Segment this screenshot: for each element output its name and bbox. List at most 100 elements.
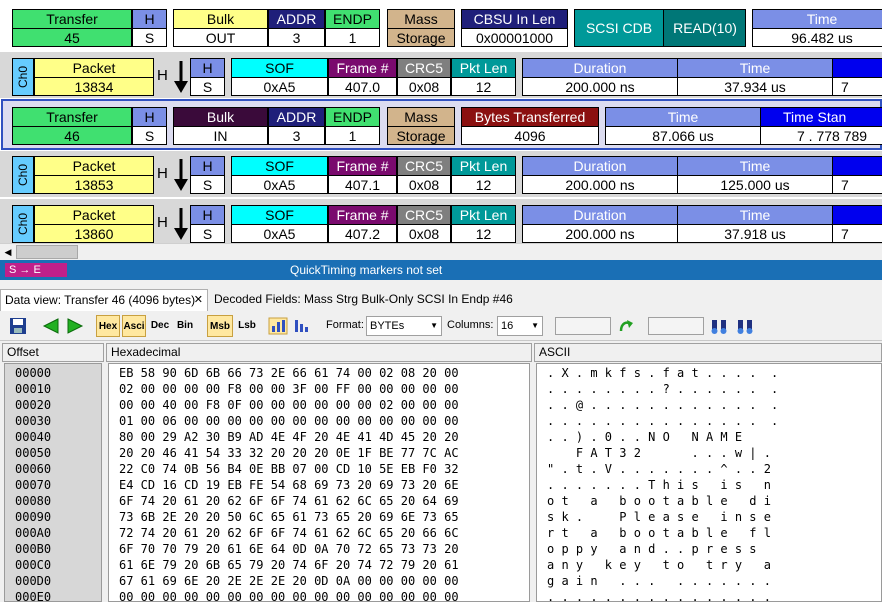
hex-row[interactable]: 20 20 46 41 54 33 32 20 20 20 0E 1F BE 7… — [119, 445, 459, 461]
transfer-cell[interactable]: Transfer 46 — [12, 107, 132, 145]
pkt-len-cell[interactable]: Pkt Len 12 — [451, 156, 516, 194]
hex-row[interactable]: 80 00 29 A2 30 B9 AD 4E 4F 20 4E 41 4D 4… — [119, 429, 459, 445]
goto-arrow-icon[interactable] — [618, 317, 634, 335]
pkt-len-cell[interactable]: Pkt Len 12 — [451, 58, 516, 96]
lsb-button[interactable]: Lsb — [235, 315, 259, 337]
frame-cell[interactable]: Frame # 407.2 — [328, 205, 397, 243]
endp-cell[interactable]: ENDP 1 — [325, 9, 380, 47]
bulk-cell[interactable]: Bulk IN — [173, 107, 268, 145]
time-cell[interactable]: Time 37.934 us — [677, 58, 833, 96]
ascii-row[interactable]: r t a b o o t a b l e f l — [547, 525, 771, 541]
find-next-icon[interactable] — [736, 316, 754, 336]
addr-cell[interactable]: ADDR 3 — [268, 107, 325, 145]
bin-button[interactable]: Bin — [173, 315, 197, 337]
time-cell[interactable]: Time 87.066 us — [605, 107, 761, 145]
duration-cell[interactable]: Duration 200.000 ns — [522, 205, 678, 243]
sof-cell[interactable]: SOF 0xA5 — [231, 156, 328, 194]
pkt-len-cell[interactable]: Pkt Len 12 — [451, 205, 516, 243]
crc5-cell[interactable]: CRC5 0x08 — [397, 205, 451, 243]
crc5-cell[interactable]: CRC5 0x08 — [397, 58, 451, 96]
packet-cell[interactable]: Packet 13860 — [34, 205, 154, 243]
scroll-thumb[interactable] — [16, 245, 78, 259]
duration-cell[interactable]: Duration 200.000 ns — [522, 58, 678, 96]
search-input[interactable] — [648, 317, 704, 335]
back-arrow-icon[interactable] — [42, 317, 60, 335]
ascii-row[interactable]: " . t . V . . . . . . . ^ . . 2 — [547, 461, 771, 477]
ascii-row[interactable]: s k . P l e a s e i n s e — [547, 509, 771, 525]
dec-button[interactable]: Dec — [148, 315, 172, 337]
time-cell[interactable]: Time 96.482 us — [752, 9, 882, 47]
handle-cell[interactable]: H S — [190, 205, 225, 243]
timestamp-cell[interactable]: 7 — [832, 205, 882, 243]
hex-row[interactable]: 72 74 20 61 20 62 6F 6F 74 61 62 6C 65 2… — [119, 525, 459, 541]
transfer-cell[interactable]: Transfer 45 — [12, 9, 132, 47]
frame-cell[interactable]: Frame # 407.0 — [328, 58, 397, 96]
sof-cell[interactable]: SOF 0xA5 — [231, 205, 328, 243]
horizontal-scrollbar[interactable]: ◀ — [0, 243, 882, 260]
ascii-button[interactable]: Asci — [122, 315, 146, 337]
frame-cell[interactable]: Frame # 407.1 — [328, 156, 397, 194]
ascii-row[interactable]: . X . m k f s . f a t . . . . . — [547, 365, 778, 381]
duration-cell[interactable]: Duration 200.000 ns — [522, 156, 678, 194]
ascii-row[interactable]: . . . . . . . . ? . . . . . . . — [547, 381, 778, 397]
hex-row[interactable]: 02 00 00 00 00 F8 00 00 3F 00 FF 00 00 0… — [119, 381, 459, 397]
hex-row[interactable]: 6F 70 70 79 20 61 6E 64 0D 0A 70 72 65 7… — [119, 541, 459, 557]
ascii-column[interactable]: . X . m k f s . f a t . . . . . . . . . … — [536, 363, 882, 602]
goto-offset-input[interactable] — [555, 317, 611, 335]
hex-row[interactable]: E4 CD 16 CD 19 EB FE 54 68 69 73 20 69 7… — [119, 477, 459, 493]
ascii-row[interactable]: a n y k e y t o t r y a — [547, 557, 771, 573]
time-stamp-cell[interactable]: Time Stan 7 . 778 789 — [760, 107, 882, 145]
hex-row[interactable]: 00 00 40 00 F8 0F 00 00 00 00 00 00 02 0… — [119, 397, 459, 413]
sof-cell[interactable]: SOF 0xA5 — [231, 58, 328, 96]
packet-cell[interactable]: Packet 13834 — [34, 58, 154, 96]
hex-row[interactable]: 61 6E 79 20 6B 65 79 20 74 6F 20 74 72 7… — [119, 557, 459, 573]
timestamp-cell[interactable]: 7 — [832, 58, 882, 96]
mass-storage-cell[interactable]: Mass Storage — [387, 107, 455, 145]
hex-row[interactable]: 22 C0 74 0B 56 B4 0E BB 07 00 CD 10 5E E… — [119, 461, 459, 477]
hex-row[interactable]: 00 00 00 00 00 00 00 00 00 00 00 00 00 0… — [119, 589, 459, 602]
handle-cell[interactable]: H S — [190, 156, 225, 194]
crc5-cell[interactable]: CRC5 0x08 — [397, 156, 451, 194]
handle-cell[interactable]: H S — [132, 107, 167, 145]
hex-row[interactable]: 73 6B 2E 20 20 50 6C 65 61 73 65 20 69 6… — [119, 509, 459, 525]
marker-badge[interactable]: S → E — [5, 263, 67, 277]
hex-column[interactable]: EB 58 90 6D 6B 66 73 2E 66 61 74 00 02 0… — [108, 363, 530, 602]
columns-select[interactable]: 16 ▼ — [497, 316, 543, 336]
forward-arrow-icon[interactable] — [66, 317, 84, 335]
scsi-cdb-cell[interactable]: SCSI CDB READ(10) — [574, 9, 746, 47]
ascii-row[interactable]: . . @ . . . . . . . . . . . . . — [547, 397, 778, 413]
msb-button[interactable]: Msb — [207, 315, 233, 337]
ascii-row[interactable]: F A T 3 2 . . . w | . — [547, 445, 771, 461]
ascii-row[interactable]: . . . . . . . . . . . . . . . . — [547, 413, 778, 429]
packet-cell[interactable]: Packet 13853 — [34, 156, 154, 194]
hex-row[interactable]: 6F 74 20 61 20 62 6F 6F 74 61 62 6C 65 2… — [119, 493, 459, 509]
handle-cell[interactable]: H S — [190, 58, 225, 96]
ascii-row[interactable]: o t a b o o t a b l e d i — [547, 493, 771, 509]
scroll-left-icon[interactable]: ◀ — [1, 245, 15, 259]
close-icon[interactable]: ✕ — [194, 290, 203, 310]
format-select[interactable]: BYTEs ▼ — [366, 316, 442, 336]
hex-row[interactable]: 01 00 06 00 00 00 00 00 00 00 00 00 00 0… — [119, 413, 459, 429]
bulk-cell[interactable]: Bulk OUT — [173, 9, 268, 47]
handle-cell[interactable]: H S — [132, 9, 167, 47]
hex-row[interactable]: EB 58 90 6D 6B 66 73 2E 66 61 74 00 02 0… — [119, 365, 459, 381]
ascii-row[interactable]: o p p y a n d . . p r e s s — [547, 541, 757, 557]
bit-chart-icon[interactable] — [292, 317, 312, 335]
hex-button[interactable]: Hex — [96, 315, 120, 337]
ascii-row[interactable]: . . . . . . . T h i s i s n — [547, 477, 771, 493]
find-previous-icon[interactable] — [710, 316, 728, 336]
tab-decoded-fields[interactable]: Decoded Fields: Mass Strg Bulk-Only SCSI… — [214, 289, 513, 311]
mass-storage-cell[interactable]: Mass Storage — [387, 9, 455, 47]
time-cell[interactable]: Time 125.000 us — [677, 156, 833, 194]
hex-row[interactable]: 67 61 69 6E 20 2E 2E 2E 20 0D 0A 00 00 0… — [119, 573, 459, 589]
tab-data-view[interactable]: Data view: Transfer 46 (4096 bytes) ✕ — [0, 289, 208, 311]
bit-order-icon[interactable] — [268, 317, 288, 335]
endp-cell[interactable]: ENDP 1 — [325, 107, 380, 145]
time-cell[interactable]: Time 37.918 us — [677, 205, 833, 243]
save-icon[interactable] — [9, 317, 27, 335]
timestamp-cell[interactable]: 7 — [832, 156, 882, 194]
bytes-transferred-cell[interactable]: Bytes Transferred 4096 — [461, 107, 599, 145]
cbsu-len-cell[interactable]: CBSU In Len 0x00001000 — [461, 9, 568, 47]
ascii-row[interactable]: . . . . . . . . . . . . . . . . — [547, 589, 771, 602]
ascii-row[interactable]: . . ) . 0 . . N O N A M E — [547, 429, 742, 445]
